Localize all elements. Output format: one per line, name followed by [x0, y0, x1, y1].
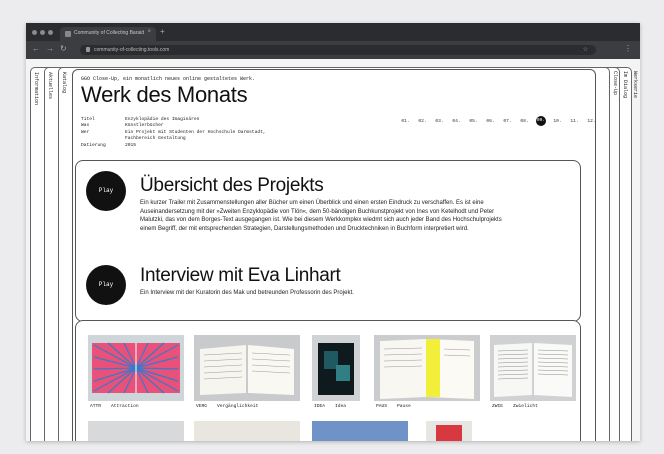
month-04[interactable]: 04.	[448, 119, 465, 124]
book-thumbnail-verg[interactable]	[194, 335, 300, 401]
book-label: Pause	[397, 404, 411, 409]
book-image-verg	[200, 345, 294, 395]
month-06[interactable]: 06.	[482, 119, 499, 124]
side-tab-werkserie[interactable]: Werkserie	[632, 71, 638, 98]
month-08[interactable]: 08.	[516, 119, 533, 124]
new-tab-icon[interactable]: +	[160, 27, 165, 36]
meta-value: 2015	[125, 142, 137, 148]
book-label: Attraction	[111, 404, 139, 409]
browser-chrome: Community of Collecting Baraid × + ← → ↻…	[26, 23, 640, 59]
tab-title: Community of Collecting Baraid	[74, 30, 145, 36]
book-thumbnail-row2-3[interactable]	[312, 421, 408, 441]
book-image-attr	[92, 342, 180, 394]
browser-tab[interactable]: Community of Collecting Baraid ×	[60, 27, 156, 41]
browser-menu-icon[interactable]: ⋮	[624, 44, 632, 53]
book-thumbnail-paus[interactable]	[374, 335, 480, 401]
book-label: Idea	[335, 404, 347, 409]
maximize-window-icon[interactable]	[48, 30, 53, 35]
section-heading-interview: Interview mit Eva Linhart	[140, 265, 341, 286]
book-code: VERG	[196, 404, 208, 409]
navigation-bar: ← → ↻ community-of-collecting.tools.com …	[26, 41, 640, 59]
month-03[interactable]: 03.	[431, 119, 448, 124]
book-image-paus	[380, 339, 474, 399]
month-10[interactable]: 10.	[549, 119, 566, 124]
minimize-window-icon[interactable]	[40, 30, 45, 35]
back-icon[interactable]: ←	[32, 44, 40, 53]
close-window-icon[interactable]	[32, 30, 37, 35]
book-caption-zwie: ZWIE Zwielicht	[492, 404, 538, 409]
meta-key: Datierung	[81, 142, 106, 148]
book-thumbnail-row2-2[interactable]	[194, 421, 300, 441]
month-09-active[interactable]: 09.	[536, 116, 546, 126]
section-text-interview: Ein Interview mit der Kuratorin des Mak …	[140, 290, 354, 296]
section-heading-overview: Übersicht des Projekts	[140, 175, 324, 196]
book-gallery: ATTR Attraction VERG Vergänglichkeit IDE…	[75, 320, 581, 441]
book-image-zwie	[494, 343, 572, 397]
favicon-icon	[65, 31, 71, 37]
month-selector: 01. 02. 03. 04. 05. 06. 07. 08. 09. 10. …	[397, 116, 600, 126]
month-12[interactable]: 12.	[583, 119, 600, 124]
address-bar[interactable]: community-of-collecting.tools.com ☆	[80, 45, 596, 55]
book-thumbnail-row2-1[interactable]	[88, 421, 184, 441]
reload-icon[interactable]: ↻	[60, 44, 67, 53]
book-cover-red	[436, 425, 462, 441]
side-tab-aktuelles[interactable]: Aktuelles	[47, 72, 53, 99]
book-caption-attr: ATTR Attraction	[90, 404, 139, 409]
book-thumbnail-row2-4[interactable]	[426, 421, 472, 441]
month-11[interactable]: 11.	[566, 119, 583, 124]
book-thumbnail-zwie[interactable]	[490, 335, 576, 401]
book-caption-idea: IDEA Idea	[314, 404, 346, 409]
book-label: Zwielicht	[513, 404, 538, 409]
work-meta-table: Titel Enzyklopädie des Imaginären Was Küns…	[81, 117, 266, 149]
close-tab-icon[interactable]: ×	[147, 29, 151, 35]
section-text-overview: Ein kurzer Trailer mit Zusammenstellunge…	[140, 200, 502, 232]
side-tab-close-up[interactable]: Close-Up	[612, 71, 618, 95]
video-card: Play Übersicht des Projekts Ein kurzer T…	[75, 160, 581, 322]
play-button-overview[interactable]: Play	[86, 171, 126, 211]
side-tab-katalog[interactable]: Katalog	[61, 72, 67, 93]
month-02[interactable]: 02.	[414, 119, 431, 124]
side-tab-im-dialog[interactable]: Im Dialog	[622, 71, 628, 98]
forward-icon[interactable]: →	[46, 44, 54, 53]
book-caption-verg: VERG Vergänglichkeit	[196, 404, 258, 409]
book-code: ATTR	[90, 404, 102, 409]
tab-bar: Community of Collecting Baraid × +	[26, 23, 640, 41]
book-thumbnail-idea[interactable]	[312, 335, 360, 401]
page-title: Werk des Monats	[81, 82, 248, 107]
side-tab-information[interactable]: Information	[33, 72, 39, 105]
book-code: ZWIE	[492, 404, 504, 409]
browser-window: Community of Collecting Baraid × + ← → ↻…	[26, 23, 640, 441]
book-code: IDEA	[314, 404, 326, 409]
web-page: Information Aktuelles Katalog Close-Up I…	[26, 59, 640, 441]
bookmark-star-icon[interactable]: ☆	[583, 46, 588, 53]
book-code: PAUS	[376, 404, 388, 409]
url-text: community-of-collecting.tools.com	[94, 47, 170, 53]
lock-icon	[86, 47, 90, 52]
book-thumbnail-attr[interactable]	[88, 335, 184, 401]
book-caption-paus: PAUS Pause	[376, 404, 411, 409]
month-05[interactable]: 05.	[465, 119, 482, 124]
month-01[interactable]: 01.	[397, 119, 414, 124]
month-07[interactable]: 07.	[499, 119, 516, 124]
play-button-interview[interactable]: Play	[86, 265, 126, 305]
close-up-panel: GGO Close-Up, ein monatlich neues online…	[72, 69, 596, 441]
book-image-idea	[318, 343, 354, 395]
book-label: Vergänglichkeit	[217, 404, 259, 409]
meta-row: Datierung 2015	[81, 143, 266, 149]
